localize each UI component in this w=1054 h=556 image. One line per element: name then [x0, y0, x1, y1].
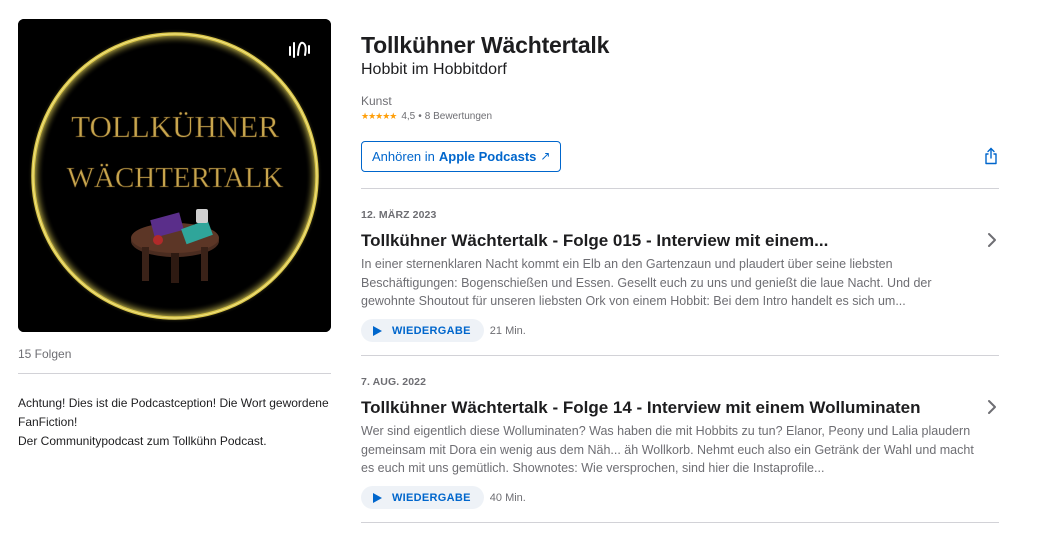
action-row: Anhören in Apple Podcasts ↗ [361, 140, 999, 172]
episode-title[interactable]: Tollkühner Wächtertalk - Folge 015 - Int… [361, 230, 961, 251]
rating-count: 8 Bewertungen [424, 111, 493, 122]
listen-app-name: Apple Podcasts [438, 148, 537, 164]
play-button[interactable]: WIEDERGABE [361, 486, 484, 509]
podcast-description: Achtung! Dies ist die Podcastception! Di… [18, 396, 329, 448]
listen-prefix: Anhören in [372, 148, 435, 164]
right-column: Tollkühner Wächtertalk Hobbit im Hobbitd… [361, 31, 999, 523]
podcast-title: Tollkühner Wächtertalk [361, 32, 610, 58]
episode-date: 12. MÄRZ 2023 [361, 209, 437, 221]
divider [18, 373, 331, 374]
podcast-category[interactable]: Kunst [361, 94, 999, 108]
episode-controls: WIEDERGABE 21 Min. [361, 319, 999, 342]
episode-description: Wer sind eigentlich diese Wolluminaten? … [361, 424, 974, 475]
rating-stars-icon: ★★★★★ [361, 111, 397, 121]
episode-controls: WIEDERGABE 40 Min. [361, 486, 999, 509]
chevron-right-icon[interactable] [987, 399, 997, 415]
artwork-line2: WÄCHTERTALK [67, 162, 284, 194]
divider [361, 522, 999, 523]
episode-item[interactable]: 7. AUG. 2022 Tollkühner Wächtertalk - Fo… [361, 356, 999, 522]
play-label: WIEDERGABE [392, 324, 471, 337]
episode-date: 7. AUG. 2022 [361, 376, 427, 388]
episode-count: 15 Folgen [18, 347, 72, 361]
listen-on-apple-podcasts-button[interactable]: Anhören in Apple Podcasts ↗ [361, 140, 562, 172]
rating-row: ★★★★★ 4,5 • 8 Bewertungen [361, 111, 999, 122]
episode-duration: 21 Min. [489, 324, 526, 337]
artwork-line1: TOLLKÜHNER [71, 109, 279, 144]
rating-separator: • [418, 111, 422, 122]
episode-title[interactable]: Tollkühner Wächtertalk - Folge 14 - Inte… [361, 397, 961, 418]
play-button[interactable]: WIEDERGABE [361, 319, 484, 342]
play-label: WIEDERGABE [392, 491, 471, 504]
chevron-right-icon[interactable] [987, 232, 997, 248]
external-arrow-icon: ↗ [540, 149, 551, 163]
artwork-graphic: TOLLKÜHNER WÄCHTERTALK [18, 19, 331, 332]
play-icon [373, 325, 382, 336]
podcast-waveform-icon [289, 41, 310, 58]
podcast-author-link[interactable]: Hobbit im Hobbitdorf [361, 59, 999, 81]
rating-value: 4,5 [401, 111, 416, 122]
episode-duration: 40 Min. [489, 491, 526, 504]
left-column: TOLLKÜHNER WÄCHTERTALK 15 Folgen Achtung… [18, 19, 331, 451]
play-icon [373, 492, 382, 503]
share-icon[interactable] [983, 147, 999, 165]
podcast-artwork[interactable]: TOLLKÜHNER WÄCHTERTALK [18, 19, 331, 332]
episode-description: In einer sternenklaren Nacht kommt ein E… [361, 257, 932, 308]
episode-item[interactable]: 12. MÄRZ 2023 Tollkühner Wächtertalk - F… [361, 189, 999, 355]
